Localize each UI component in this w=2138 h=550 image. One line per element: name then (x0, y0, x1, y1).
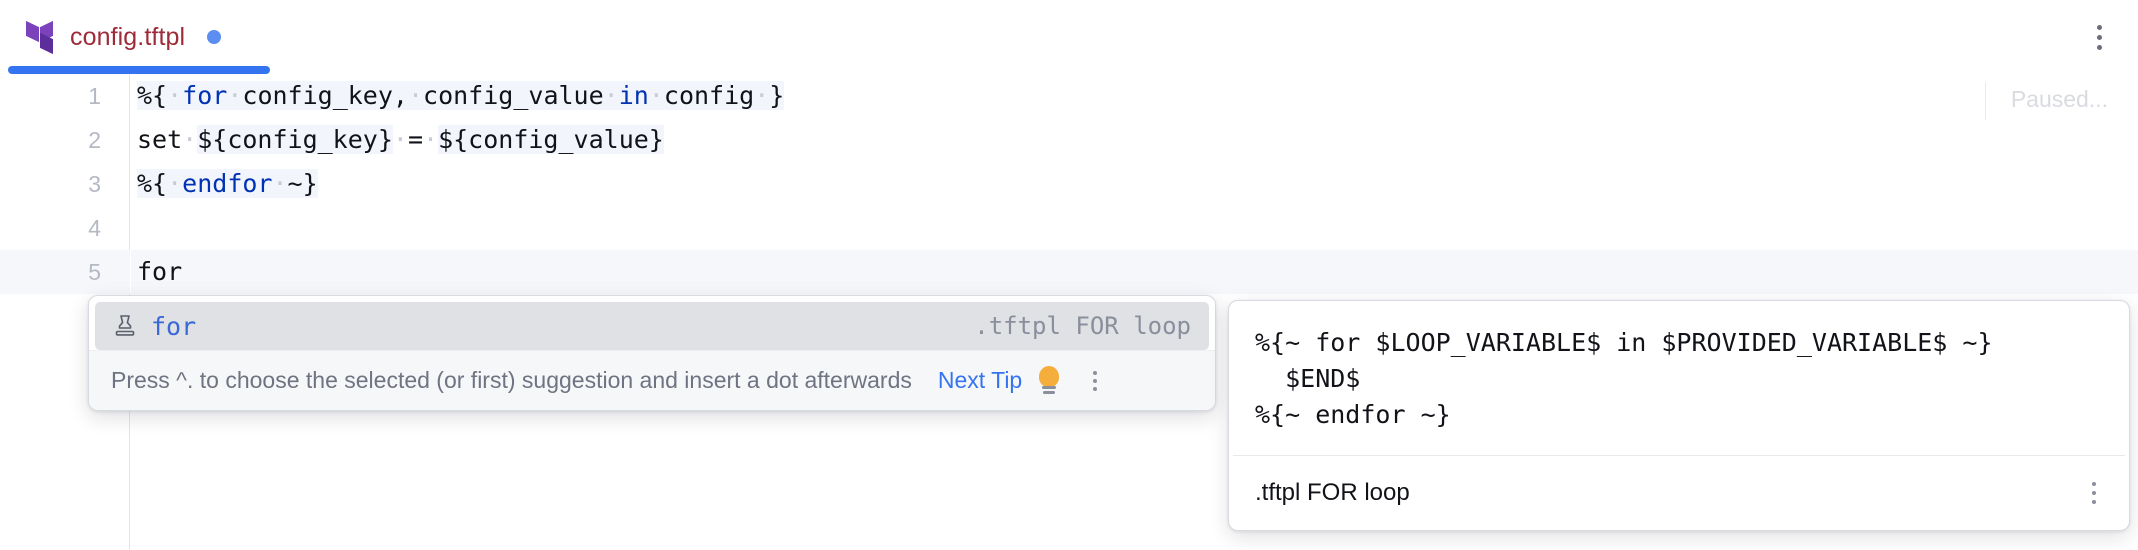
code-line-4[interactable] (131, 206, 2138, 250)
documentation-popup[interactable]: %{~ for $LOOP_VARIABLE$ in $PROVIDED_VAR… (1228, 300, 2130, 531)
documentation-footer: .tftpl FOR loop (1229, 456, 2129, 530)
tip-options-menu-icon[interactable] (1082, 370, 1108, 391)
code-line-2[interactable]: set·${config_key}·=·${config_value} (131, 118, 2138, 162)
line-number-4: 4 (88, 215, 101, 241)
documentation-code: %{~ for $LOOP_VARIABLE$ in $PROVIDED_VAR… (1255, 328, 1993, 429)
code-line-2-text: set·${config_key}·=·${config_value} (137, 125, 664, 154)
active-tab-indicator (8, 66, 270, 74)
next-tip-link[interactable]: Next Tip (938, 367, 1022, 394)
live-template-stamp-icon (111, 312, 139, 340)
editor-status-text: Paused... (2010, 86, 2108, 112)
editor-tab-config-tftpl[interactable]: config.tftpl (0, 0, 255, 74)
line-number-5: 5 (88, 259, 101, 285)
code-line-3-text: %{·endfor·~} (137, 169, 318, 198)
tip-text: Press ^. to choose the selected (or firs… (111, 367, 912, 393)
tab-filename: config.tftpl (70, 22, 186, 51)
editor-options-menu-icon[interactable] (2082, 20, 2116, 54)
line-number-2: 2 (88, 127, 101, 153)
unsaved-changes-dot-icon (207, 30, 222, 44)
documentation-options-menu-icon[interactable] (2081, 482, 2107, 504)
code-line-3[interactable]: %{·endfor·~} (131, 162, 2138, 206)
editor-tab-bar: config.tftpl (0, 0, 2138, 74)
completion-tip-bar: Press ^. to choose the selected (or firs… (89, 350, 1215, 410)
status-divider (1985, 82, 1986, 120)
completion-item-label: for (151, 311, 197, 341)
code-line-5-text: for (137, 257, 183, 286)
completion-item-type: .tftpl FOR loop (974, 312, 1191, 340)
line-number-3: 3 (88, 171, 101, 197)
completion-suggestion-list[interactable]: for .tftpl FOR loop (89, 296, 1215, 350)
current-line-gutter-highlight (0, 250, 130, 294)
documentation-body: %{~ for $LOOP_VARIABLE$ in $PROVIDED_VAR… (1229, 301, 2129, 455)
code-line-5[interactable]: for (131, 250, 2138, 294)
code-line-1-text: %{·for·config_key,·config_value·in·confi… (137, 81, 785, 110)
completion-item-for[interactable]: for .tftpl FOR loop (95, 302, 1209, 350)
lightbulb-icon[interactable] (1036, 365, 1062, 396)
documentation-footer-label: .tftpl FOR loop (1255, 479, 1410, 506)
terraform-logo-icon (26, 20, 56, 55)
code-line-1[interactable]: %{·for·config_key,·config_value·in·confi… (131, 74, 2138, 118)
code-completion-popup[interactable]: for .tftpl FOR loop Press ^. to choose t… (88, 295, 1216, 411)
line-number-1: 1 (88, 83, 101, 109)
ide-window: config.tftpl 1 2 3 4 5 %{·for·config_key… (0, 0, 2138, 550)
